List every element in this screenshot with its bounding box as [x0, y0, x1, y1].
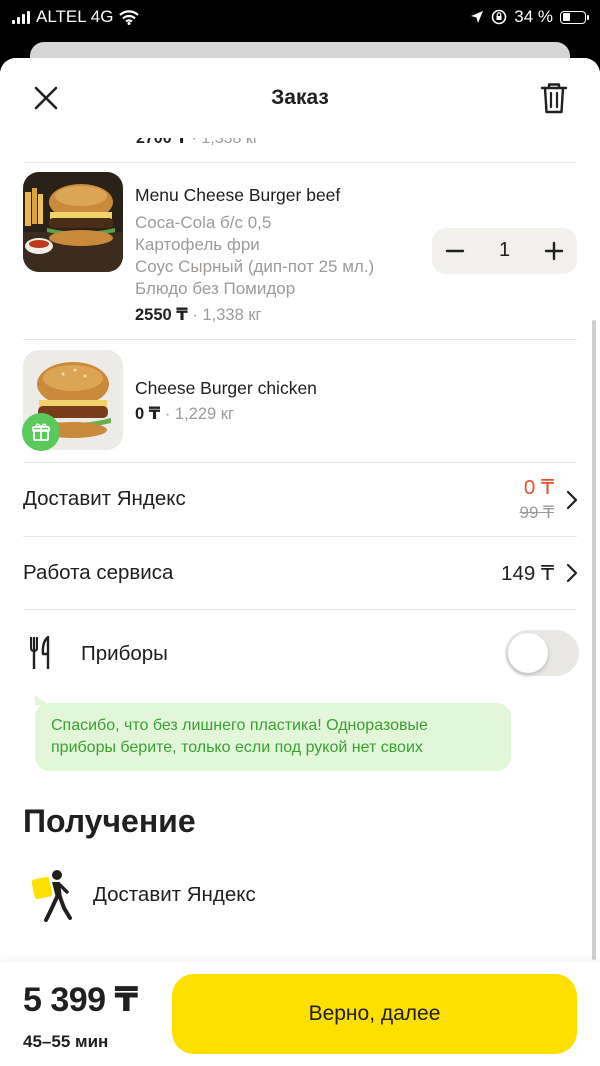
- item-price: 2550 ₸ · 1,338 кг: [135, 306, 262, 324]
- item-option: Соус Сырный (дип-пот 25 мл.): [135, 257, 375, 276]
- receiving-title: Получение: [23, 803, 196, 839]
- divider: [23, 462, 577, 463]
- burger-menu-image: [23, 172, 123, 272]
- header: Заказ: [0, 58, 600, 138]
- battery-percent: 34 %: [514, 7, 553, 26]
- item-option: Блюдо без Помидор: [135, 279, 296, 298]
- item-option: Картофель фри: [135, 235, 260, 254]
- page-title: Заказ: [271, 86, 329, 109]
- wifi-icon: [119, 9, 140, 25]
- signal-icon: [12, 10, 30, 24]
- divider: [23, 339, 577, 340]
- continue-button[interactable]: Верно, далее: [172, 974, 577, 1054]
- item-price: 0 ₸ · 1,229 кг: [135, 405, 235, 423]
- receiving-method: Доставит Яндекс: [93, 883, 256, 906]
- delivery-label: Доставит Яндекс: [23, 487, 186, 510]
- cutlery-label: Приборы: [81, 642, 168, 665]
- status-bar: ALTEL 4G 34 %: [0, 0, 600, 34]
- order-total: 5 399 ₸: [23, 981, 138, 1019]
- item-name[interactable]: Cheese Burger chicken: [135, 378, 317, 399]
- divider: [23, 536, 577, 537]
- cutlery-icon: [30, 636, 50, 669]
- item-option: Coca-Cola б/с 0,5: [135, 213, 272, 232]
- toggle-knob: [508, 633, 548, 673]
- item-name[interactable]: Menu Cheese Burger beef: [135, 185, 340, 206]
- quantity-stepper: 1: [432, 228, 577, 274]
- chevron-right-icon: [566, 490, 578, 510]
- battery-icon: [560, 10, 589, 24]
- divider: [23, 162, 577, 163]
- rotation-lock-icon: [491, 9, 507, 25]
- service-fee-label: Работа сервиса: [23, 561, 174, 584]
- delivery-price: 0 ₸: [523, 476, 554, 499]
- delivery-eta: 45–55 мин: [23, 1032, 109, 1051]
- cutlery-toggle[interactable]: [505, 630, 579, 676]
- plus-icon[interactable]: [543, 240, 565, 262]
- carrier-label: ALTEL 4G: [36, 7, 114, 26]
- delivery-old-price: 99 ₸: [519, 503, 554, 522]
- chevron-right-icon: [566, 563, 578, 583]
- checkout-footer: 5 399 ₸ 45–55 мин Верно, далее: [0, 962, 600, 1066]
- courier-icon: [31, 870, 72, 922]
- scrollbar[interactable]: [592, 320, 596, 960]
- divider: [23, 609, 577, 610]
- service-fee-price: 149 ₸: [501, 562, 554, 585]
- gift-icon: [22, 413, 60, 451]
- trash-icon[interactable]: [538, 80, 570, 116]
- order-sheet: Заказ 2700 ₸ · 1,338 кг Menu Cheese Burg…: [0, 58, 600, 1066]
- eco-tip: Спасибо, что без лишнего пластика! Однор…: [35, 695, 511, 771]
- location-icon: [471, 11, 484, 23]
